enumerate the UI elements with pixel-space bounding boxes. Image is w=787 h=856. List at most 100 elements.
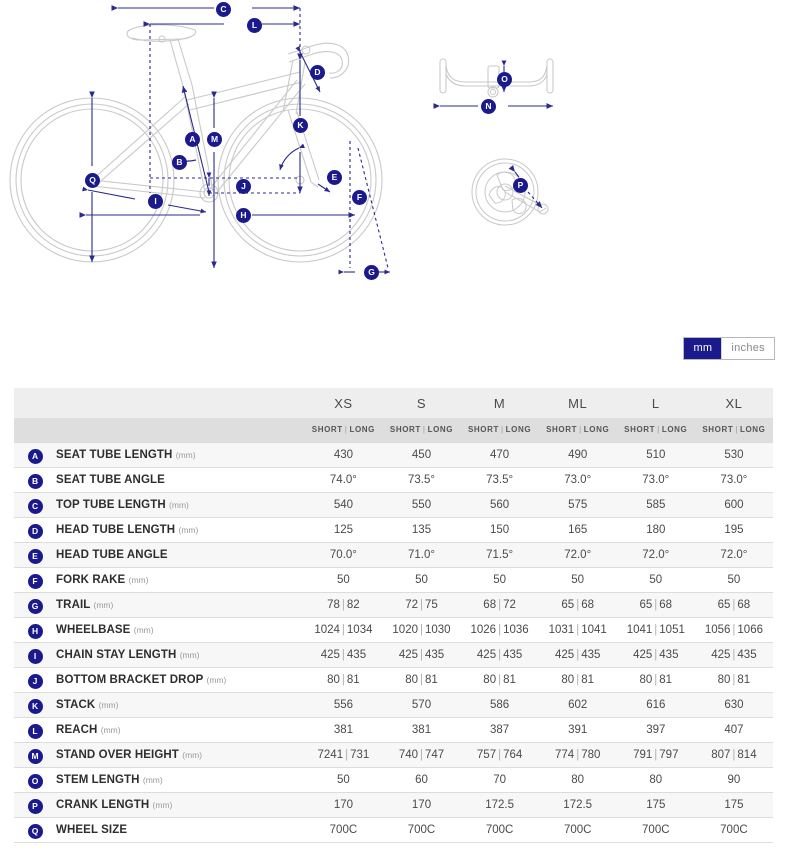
row-badge-cell: J <box>14 667 57 693</box>
value-cell: 407 <box>694 717 773 743</box>
row-label-text: CRANK LENGTH <box>56 798 150 811</box>
value-long: 75 <box>425 598 438 611</box>
value-short: 757 <box>476 748 497 761</box>
value-long: 81 <box>346 673 360 686</box>
row-label-text: STEM LENGTH <box>56 773 140 786</box>
row-label-unit: (mm) <box>98 699 119 710</box>
value-short: 78 <box>327 598 340 611</box>
sl-long: LONG <box>505 425 532 435</box>
value-cell: 1026 | 1036 <box>460 617 539 643</box>
row-label-unit: (mm) <box>93 599 114 610</box>
value-cell: 570 <box>382 692 461 718</box>
value-cell: 80 | 81 <box>304 667 383 693</box>
row-label-unit: (mm) <box>152 799 173 810</box>
row-badge-cell: I <box>14 642 57 668</box>
value-cell: 50 <box>538 567 617 593</box>
row-badge-cell: D <box>14 517 57 543</box>
sl-long: LONG <box>740 425 766 435</box>
table-row: O STEM LENGTH (mm) 50 60 70 80 80 90 <box>14 767 773 793</box>
value-long: 68 <box>581 598 594 611</box>
callout-k-icon: K <box>293 118 308 133</box>
diagram-callouts: C L A B D E F G H I J K M Q O N P <box>0 0 787 300</box>
callout-q-icon: Q <box>85 173 100 188</box>
sl-spacer-label <box>56 418 305 442</box>
row-label-text: REACH <box>56 723 98 736</box>
value-cell: 791 | 797 <box>616 742 695 768</box>
row-label-unit: (mm) <box>182 749 203 760</box>
row-label-cell: HEAD TUBE ANGLE <box>56 542 305 568</box>
row-label-cell: WHEELBASE (mm) <box>56 617 305 643</box>
value-cell: 68 | 72 <box>460 592 539 618</box>
sl-long: LONG <box>661 425 688 435</box>
value-cell: 387 <box>460 717 539 743</box>
value-cell: 65 | 68 <box>616 592 695 618</box>
value-separator: | <box>341 598 345 611</box>
value-short: 740 <box>398 748 418 761</box>
value-short: 65 <box>639 598 653 611</box>
value-cell: 700C <box>616 817 695 843</box>
row-badge-cell: O <box>14 767 57 793</box>
table-row: A SEAT TUBE LENGTH (mm) 430 450 470 490 510 530 <box>14 441 773 468</box>
row-badge-cell: Q <box>14 817 57 843</box>
value-cell: 425 | 435 <box>694 642 773 668</box>
callout-i-icon: I <box>148 194 163 209</box>
header-spacer-label <box>56 388 305 418</box>
callout-m-icon: M <box>207 132 222 147</box>
value-cell: 397 <box>616 717 695 743</box>
geometry-page: C L A B D E F G H I J K M Q O N P mm inc… <box>0 0 787 856</box>
value-long: 68 <box>737 598 751 611</box>
value-cell: 50 <box>304 767 383 793</box>
value-long: 435 <box>346 648 367 661</box>
row-label-cell: STAND OVER HEIGHT (mm) <box>56 742 305 768</box>
callout-n-icon: N <box>481 99 496 114</box>
unit-toggle-inches[interactable]: inches <box>721 338 774 359</box>
row-label-unit: (mm) <box>206 674 227 685</box>
value-cell: 60 <box>382 767 461 793</box>
row-label-cell: BOTTOM BRACKET DROP (mm) <box>56 667 305 693</box>
value-long: 81 <box>425 673 438 686</box>
value-short: 425 <box>476 648 497 661</box>
row-label-text: TRAIL <box>56 598 91 611</box>
value-cell: 74.0° <box>304 467 383 493</box>
value-separator: | <box>420 748 423 761</box>
callout-a-icon: A <box>185 132 200 147</box>
unit-toggle[interactable]: mm inches <box>683 337 775 360</box>
table-row: H WHEELBASE (mm) 1024 | 1034 1020 | 1030 1026 | 10… <box>14 617 773 643</box>
table-row: J BOTTOM BRACKET DROP (mm) 80 | 81 80 | 81 80 | 81… <box>14 667 773 693</box>
value-short: 65 <box>561 598 575 611</box>
row-label-cell: TRAIL (mm) <box>56 592 305 618</box>
row-badge-p-icon: P <box>27 798 43 814</box>
value-short: 1026 <box>470 623 497 636</box>
value-cell: 1020 | 1030 <box>382 617 461 643</box>
value-cell: 78 | 82 <box>304 592 383 618</box>
value-cell: 425 | 435 <box>304 642 383 668</box>
value-cell: 72.0° <box>538 542 617 568</box>
value-cell: 65 | 68 <box>538 592 617 618</box>
row-badge-o-icon: O <box>27 773 43 789</box>
row-badge-m-icon: M <box>27 748 43 764</box>
row-badge-h-icon: H <box>27 623 43 639</box>
row-badge-cell: G <box>14 592 57 618</box>
value-long: 435 <box>581 648 601 661</box>
row-badge-cell: K <box>14 692 57 718</box>
value-cell: 65 | 68 <box>694 592 773 618</box>
size-header-l: L <box>616 388 695 418</box>
geometry-table: XS S M ML L XL SHORT | LONG SHORT | LONG SHO… <box>14 388 773 843</box>
table-row: L REACH (mm) 381 381 387 391 397 407 <box>14 717 773 743</box>
row-label-unit: (mm) <box>133 624 154 635</box>
value-long: 81 <box>503 673 516 686</box>
row-label-cell: REACH (mm) <box>56 717 305 743</box>
value-cell: 80 | 81 <box>460 667 539 693</box>
unit-toggle-mm[interactable]: mm <box>684 338 722 359</box>
value-cell: 530 <box>694 441 773 468</box>
value-cell: 807 | 814 <box>694 742 773 768</box>
value-long: 435 <box>503 648 523 661</box>
row-label-text: HEAD TUBE ANGLE <box>56 548 168 561</box>
value-cell: 50 <box>694 567 773 593</box>
value-cell: 170 <box>304 792 383 818</box>
value-short: 80 <box>717 673 731 686</box>
callout-l-icon: L <box>247 18 262 33</box>
value-cell: 172.5 <box>460 792 539 818</box>
value-cell: 602 <box>538 692 617 718</box>
value-short: 425 <box>711 648 731 661</box>
